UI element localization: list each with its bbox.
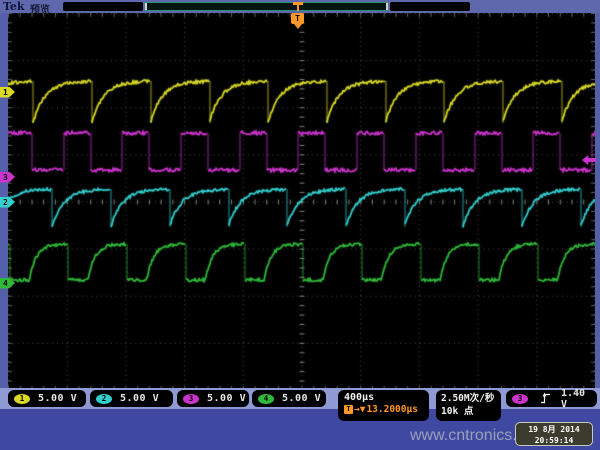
ch4-scale: 5.00 V: [282, 393, 321, 404]
topbar-readout-box-left: [63, 2, 143, 11]
timebase-scale: 400μs: [344, 392, 429, 403]
record-position-indicator-stem: [297, 5, 299, 11]
trigger-level-value: 1.40 V: [561, 388, 597, 410]
record-view-bar: [145, 2, 388, 11]
ch2-badge: 2: [96, 394, 112, 404]
ch1-badge: 1: [14, 394, 30, 404]
waveform-display: [8, 13, 595, 390]
trigger-t-icon: T: [344, 405, 353, 414]
ch4-badge: 4: [258, 394, 274, 404]
date-label: 19 8月 2014: [516, 424, 592, 435]
trigger-time-value: 13.2000μs: [366, 404, 417, 415]
trigger-position-flag: T: [291, 13, 304, 24]
trigger-symbols: →▼: [354, 404, 365, 415]
ch1-readout[interactable]: 1 5.00 V: [8, 390, 86, 407]
trigger-source-badge: 3: [512, 394, 528, 404]
ch1-scale: 5.00 V: [38, 393, 77, 404]
tek-logo: Tek: [3, 0, 25, 13]
time-label: 20:59:14: [516, 435, 592, 446]
acquisition-readout[interactable]: 2.50M次/秒 10k 点: [436, 390, 501, 421]
ch3-readout[interactable]: 3 5.00 V: [177, 390, 249, 407]
top-status-bar: Tek 预览: [0, 0, 600, 13]
ch3-scale: 5.00 V: [207, 393, 246, 404]
trigger-position-flag-stem: [294, 24, 302, 29]
timebase-readout[interactable]: 400μs T →▼ 13.2000μs: [338, 390, 429, 421]
ch3-badge: 3: [183, 394, 199, 404]
sample-rate: 2.50M次/秒: [441, 392, 501, 405]
ch2-scale: 5.00 V: [120, 393, 159, 404]
ch4-readout[interactable]: 4 5.00 V: [252, 390, 326, 407]
datetime-box: 19 8月 2014 20:59:14: [515, 422, 593, 446]
bezel-right: [595, 13, 600, 390]
record-length: 10k 点: [441, 405, 501, 418]
ch2-readout[interactable]: 2 5.00 V: [90, 390, 173, 407]
oscilloscope-screen: Tek 预览 T 1 3 2 4 1 5.00 V 2 5.00 V 3 5.0…: [0, 0, 600, 450]
topbar-readout-box-right: [390, 2, 470, 11]
trigger-readout[interactable]: 3 1.40 V: [506, 390, 597, 407]
rising-slope-icon: [540, 389, 551, 408]
